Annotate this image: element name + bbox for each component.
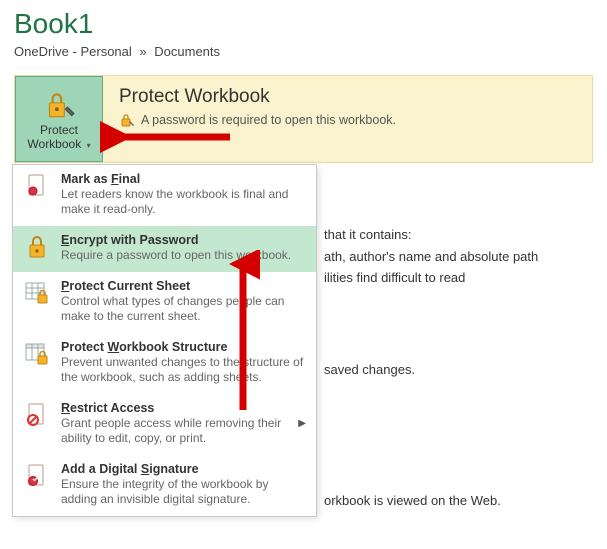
lock-key-icon <box>42 88 76 122</box>
restrict-icon <box>23 401 51 446</box>
breadcrumb: OneDrive - Personal » Documents <box>14 44 593 59</box>
background-info-text: that it contains: ath, author's name and… <box>324 225 594 513</box>
submenu-arrow-icon: ▶ <box>294 418 306 429</box>
protect-workbook-button[interactable]: Protect Workbook <box>15 76 103 162</box>
menu-item-protect-current-sheet[interactable]: Protect Current Sheet Control what types… <box>13 272 316 333</box>
menu-item-add-digital-signature[interactable]: Add a Digital Signature Ensure the integ… <box>13 455 316 516</box>
breadcrumb-folder[interactable]: Documents <box>154 44 220 59</box>
menu-desc: Let readers know the workbook is final a… <box>61 187 306 217</box>
menu-item-encrypt-with-password[interactable]: Encrypt with Password Require a password… <box>13 226 316 272</box>
menu-item-protect-workbook-structure[interactable]: Protect Workbook Structure Prevent unwan… <box>13 333 316 394</box>
banner-subtitle: A password is required to open this work… <box>141 113 396 127</box>
protect-workbook-banner: Protect Workbook Protect Workbook A pass… <box>14 75 593 163</box>
sheet-lock-icon <box>23 279 51 324</box>
menu-desc: Grant people access while removing their… <box>61 416 284 446</box>
page-title: Book1 <box>14 8 593 40</box>
protect-workbook-menu: Mark as Final Let readers know the workb… <box>12 164 317 517</box>
breadcrumb-sep: » <box>139 44 146 59</box>
breadcrumb-location[interactable]: OneDrive - Personal <box>14 44 132 59</box>
menu-item-mark-as-final[interactable]: Mark as Final Let readers know the workb… <box>13 165 316 226</box>
menu-desc: Require a password to open this workbook… <box>61 248 306 263</box>
banner-title: Protect Workbook <box>119 86 396 108</box>
workbook-lock-icon <box>23 340 51 385</box>
document-final-icon <box>23 172 51 217</box>
lock-small-icon <box>119 112 135 128</box>
menu-item-restrict-access[interactable]: Restrict Access Grant people access whil… <box>13 394 316 455</box>
menu-desc: Control what types of changes people can… <box>61 294 306 324</box>
menu-desc: Prevent unwanted changes to the structur… <box>61 355 306 385</box>
menu-desc: Ensure the integrity of the workbook by … <box>61 477 306 507</box>
signature-icon <box>23 462 51 507</box>
protect-workbook-label: Protect Workbook <box>27 124 90 152</box>
lock-icon <box>23 233 51 263</box>
